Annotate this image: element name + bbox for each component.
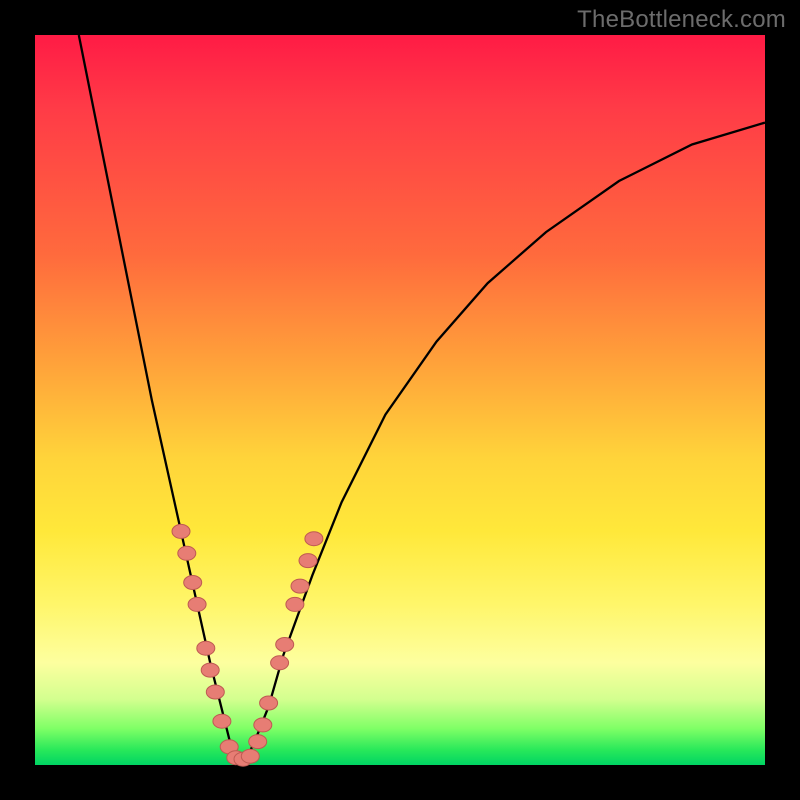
sample-dot <box>254 718 272 732</box>
bottleneck-curve-svg <box>35 35 765 765</box>
chart-frame: TheBottleneck.com <box>0 0 800 800</box>
plot-area <box>35 35 765 765</box>
watermark-text: TheBottleneck.com <box>577 6 786 34</box>
sample-dot <box>276 638 294 652</box>
sample-dots-group <box>172 524 323 766</box>
sample-dot <box>249 735 267 749</box>
sample-dot <box>271 656 289 670</box>
sample-dot <box>213 714 231 728</box>
sample-dot <box>201 663 219 677</box>
sample-dot <box>188 597 206 611</box>
sample-dot <box>197 641 215 655</box>
sample-dot <box>241 749 259 763</box>
sample-dot <box>305 532 323 546</box>
sample-dot <box>178 546 196 560</box>
sample-dot <box>291 579 309 593</box>
sample-dot <box>172 524 190 538</box>
sample-dot <box>206 685 224 699</box>
sample-dot <box>299 554 317 568</box>
sample-dot <box>184 576 202 590</box>
sample-dot <box>260 696 278 710</box>
bottleneck-curve-path <box>79 35 765 765</box>
sample-dot <box>286 597 304 611</box>
